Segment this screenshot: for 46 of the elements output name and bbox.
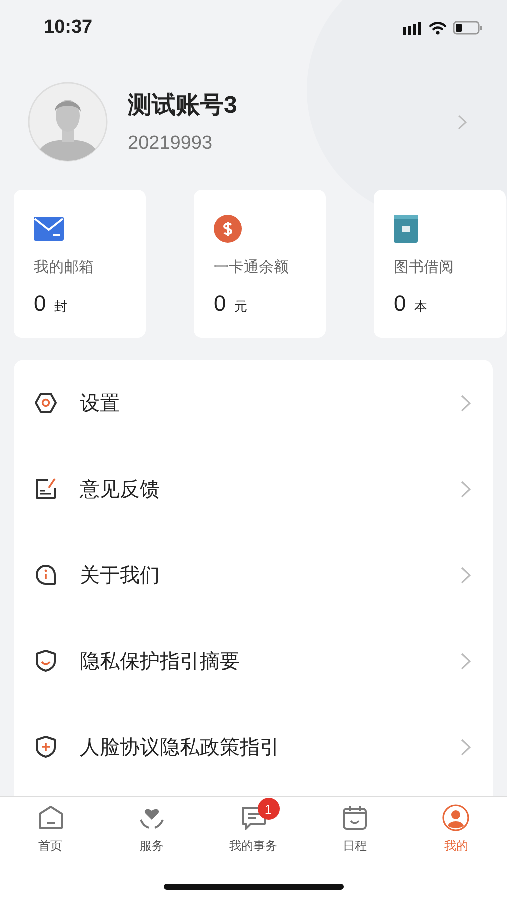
stat-value: 0	[214, 291, 226, 317]
stat-value: 0	[34, 291, 46, 317]
menu-item[interactable]: 设置	[80, 390, 439, 416]
coin-icon	[214, 214, 242, 244]
avatar-silhouette[interactable]	[28, 82, 108, 162]
account-name: 测试账号3	[128, 91, 238, 121]
feedback-icon	[34, 477, 58, 501]
menu-item[interactable]: 关于我们	[80, 562, 439, 588]
battery-icon	[453, 21, 483, 35]
shield-icon	[34, 649, 58, 673]
stat-label: 我的邮箱	[34, 258, 95, 277]
notification-badge: 1	[258, 798, 280, 820]
chevron-right-icon	[461, 652, 471, 670]
account-number: 20219993	[128, 133, 214, 155]
menu-item[interactable]: 人脸协议隐私政策指引	[80, 734, 439, 760]
chevron-right-icon	[461, 480, 471, 498]
stat-unit: 封	[54, 298, 68, 316]
tab-bar-item[interactable]: 首页	[0, 797, 102, 859]
home-icon	[36, 804, 65, 832]
status-time: 10:37	[44, 17, 93, 39]
chevron-right-icon	[461, 394, 471, 412]
envelope-icon	[34, 214, 64, 244]
menu-item[interactable]: 隐私保护指引摘要	[80, 648, 439, 674]
profile-icon	[442, 804, 470, 832]
tab-bar-item[interactable]: 日程	[304, 797, 406, 859]
chevron-right-icon[interactable]	[458, 114, 467, 130]
tab-bar-item[interactable]: 服务	[101, 797, 203, 859]
wifi-icon	[429, 22, 447, 34]
chevron-right-icon	[461, 738, 471, 756]
tab-bar-item[interactable]: 1 我的事务	[202, 797, 304, 859]
stat-value: 0	[394, 291, 406, 317]
book-icon	[394, 214, 418, 244]
stat-label: 一卡通余额	[214, 258, 290, 277]
chevron-right-icon	[461, 566, 471, 584]
signal-icon	[403, 22, 423, 34]
settings-icon	[34, 391, 58, 415]
stat-card[interactable]: 一卡通余额 0 元	[194, 190, 326, 338]
stat-card[interactable]: 图书借阅 0 本	[374, 190, 506, 338]
info-icon	[34, 563, 58, 587]
stat-card[interactable]: 我的邮箱 0 封	[14, 190, 146, 338]
stat-unit: 本	[414, 298, 428, 316]
shield-plus-icon	[34, 735, 58, 759]
stat-label: 图书借阅	[394, 258, 455, 277]
stat-unit: 元	[234, 298, 248, 316]
calendar-icon	[340, 804, 369, 832]
menu-item[interactable]: 意见反馈	[80, 476, 439, 502]
